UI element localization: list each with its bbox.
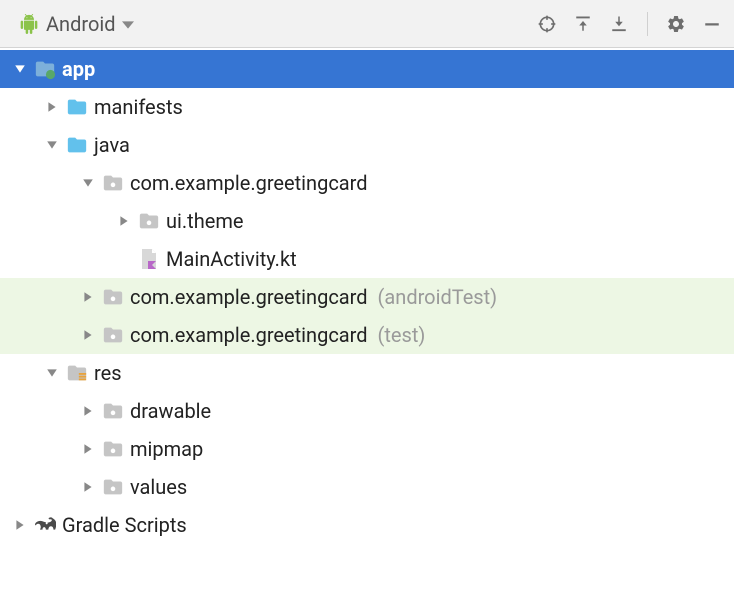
package-folder-icon (102, 438, 124, 460)
tree-item-label: com.example.greetingcard (130, 285, 368, 309)
tree-item-package-test[interactable]: com.example.greetingcard (test) (0, 316, 734, 354)
folder-icon (66, 134, 88, 156)
tree-item-label: Gradle Scripts (62, 513, 187, 537)
chevron-down-icon[interactable] (12, 61, 28, 77)
chevron-right-icon[interactable] (80, 403, 96, 419)
tree-item-label: ui.theme (166, 209, 243, 233)
folder-icon (66, 96, 88, 118)
chevron-right-icon[interactable] (116, 213, 132, 229)
tree-item-label: mipmap (130, 437, 203, 461)
tree-item-label: values (130, 475, 187, 499)
tree-item-package-main[interactable]: com.example.greetingcard (0, 164, 734, 202)
collapse-all-icon[interactable] (607, 12, 631, 36)
expand-all-icon[interactable] (571, 12, 595, 36)
toolbar: Android (0, 0, 734, 48)
tree-item-main-activity[interactable]: MainActivity.kt (0, 240, 734, 278)
package-folder-icon (102, 286, 124, 308)
toolbar-separator (647, 12, 648, 36)
tree-item-label: manifests (94, 95, 183, 119)
resource-folder-icon (66, 362, 88, 384)
kotlin-file-icon (138, 248, 160, 270)
tree-item-manifests[interactable]: manifests (0, 88, 734, 126)
tree-item-java[interactable]: java (0, 126, 734, 164)
tree-item-suffix: (androidTest) (378, 285, 498, 309)
tree-item-label: java (94, 133, 130, 157)
package-folder-icon (102, 476, 124, 498)
chevron-right-icon[interactable] (44, 99, 60, 115)
tree-item-package-android-test[interactable]: com.example.greetingcard (androidTest) (0, 278, 734, 316)
tree-item-app[interactable]: app (0, 50, 734, 88)
tree-item-mipmap[interactable]: mipmap (0, 430, 734, 468)
tree-item-label: com.example.greetingcard (130, 171, 368, 195)
view-selector[interactable]: Android (10, 8, 142, 40)
project-tree: app manifests java com.example.greetingc… (0, 48, 734, 544)
tree-item-drawable[interactable]: drawable (0, 392, 734, 430)
gradle-icon (34, 514, 56, 536)
hide-icon[interactable] (700, 12, 724, 36)
tree-item-label: com.example.greetingcard (130, 323, 368, 347)
package-folder-icon (102, 324, 124, 346)
package-folder-icon (102, 400, 124, 422)
chevron-right-icon[interactable] (80, 327, 96, 343)
chevron-right-icon[interactable] (12, 517, 28, 533)
view-name: Android (46, 12, 116, 36)
tree-item-values[interactable]: values (0, 468, 734, 506)
tree-item-suffix: (test) (378, 323, 426, 347)
chevron-right-icon[interactable] (80, 289, 96, 305)
gear-icon[interactable] (664, 12, 688, 36)
chevron-right-icon[interactable] (80, 441, 96, 457)
chevron-right-icon[interactable] (80, 479, 96, 495)
toolbar-left: Android (10, 8, 535, 40)
tree-item-label: app (62, 57, 95, 81)
chevron-down-icon[interactable] (44, 137, 60, 153)
package-folder-icon (102, 172, 124, 194)
tree-item-ui-theme[interactable]: ui.theme (0, 202, 734, 240)
dropdown-arrow-icon (122, 12, 134, 36)
select-opened-file-icon[interactable] (535, 12, 559, 36)
toolbar-right (535, 12, 724, 36)
android-icon (18, 13, 40, 35)
package-folder-icon (138, 210, 160, 232)
tree-item-label: res (94, 361, 122, 385)
tree-item-gradle-scripts[interactable]: Gradle Scripts (0, 506, 734, 544)
tree-item-label: MainActivity.kt (166, 247, 297, 271)
module-folder-icon (34, 58, 56, 80)
chevron-down-icon[interactable] (44, 365, 60, 381)
tree-item-label: drawable (130, 399, 211, 423)
tree-item-res[interactable]: res (0, 354, 734, 392)
chevron-down-icon[interactable] (80, 175, 96, 191)
